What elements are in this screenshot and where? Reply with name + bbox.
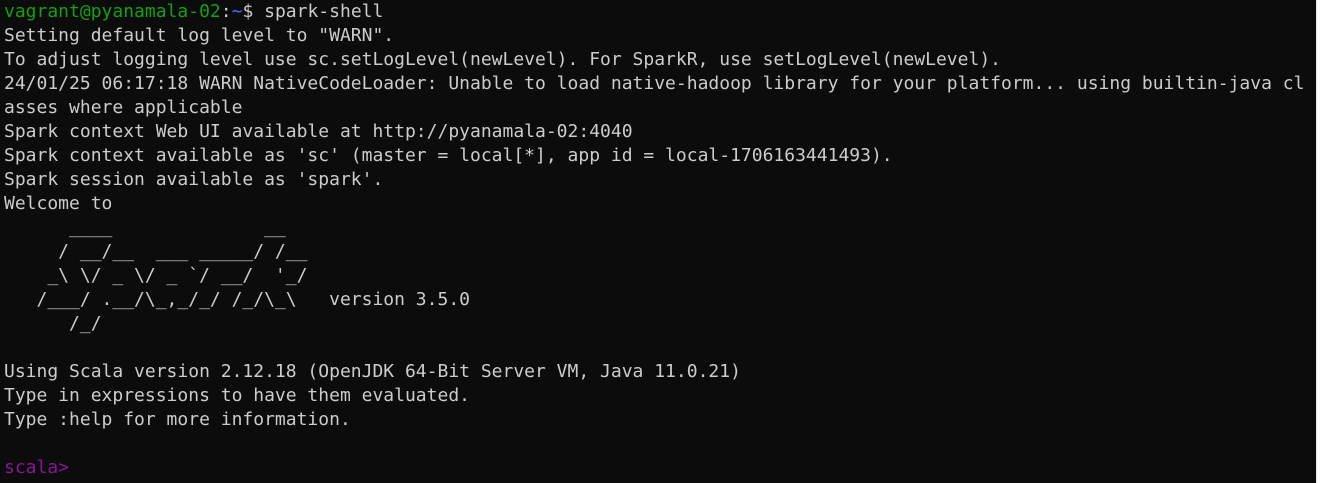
vertical-scrollbar[interactable]: [1316, 0, 1329, 483]
output-line: Type :help for more information.: [4, 409, 351, 430]
prompt-user-host: vagrant@pyanamala-02: [4, 1, 221, 22]
spark-logo-line: / __/__ ___ _____/ /__: [4, 241, 308, 262]
output-line: Spark context Web UI available at http:/…: [4, 121, 633, 142]
scala-prompt-line[interactable]: scala>: [4, 456, 1316, 480]
command-line: vagrant@pyanamala-02:~$ spark-shell: [4, 0, 1316, 24]
output-line: Type in expressions to have them evaluat…: [4, 385, 470, 406]
output-line: asses where applicable: [4, 97, 243, 118]
prompt-symbol: $: [242, 1, 265, 22]
prompt-path: ~: [231, 1, 243, 22]
output-line: Spark context available as 'sc' (master …: [4, 145, 893, 166]
command-text: spark-shell: [264, 1, 384, 22]
output-line: To adjust logging level use sc.setLogLev…: [4, 49, 1001, 70]
output-line: Using Scala version 2.12.18 (OpenJDK 64-…: [4, 361, 741, 382]
scala-prompt: scala>: [4, 457, 70, 478]
spark-logo-line: /_/: [4, 313, 102, 334]
output-line: 24/01/25 06:17:18 WARN NativeCodeLoader:…: [4, 73, 1305, 94]
text-cursor[interactable]: [69, 458, 79, 476]
spark-logo-version-line: /___/ .__/\_,_/_/ /_/\_\ version 3.5.0: [4, 289, 471, 310]
spark-logo-line: ____ __: [4, 217, 286, 238]
output-line: Spark session available as 'spark'.: [4, 169, 384, 190]
output-line: Setting default log level to "WARN".: [4, 25, 395, 46]
output-line: Welcome to: [4, 193, 113, 214]
prompt-separator: :: [220, 1, 232, 22]
spark-logo-line: _\ \/ _ \/ _ `/ __/ '_/: [4, 265, 308, 286]
terminal-window[interactable]: vagrant@pyanamala-02:~$ spark-shell Sett…: [0, 0, 1316, 483]
